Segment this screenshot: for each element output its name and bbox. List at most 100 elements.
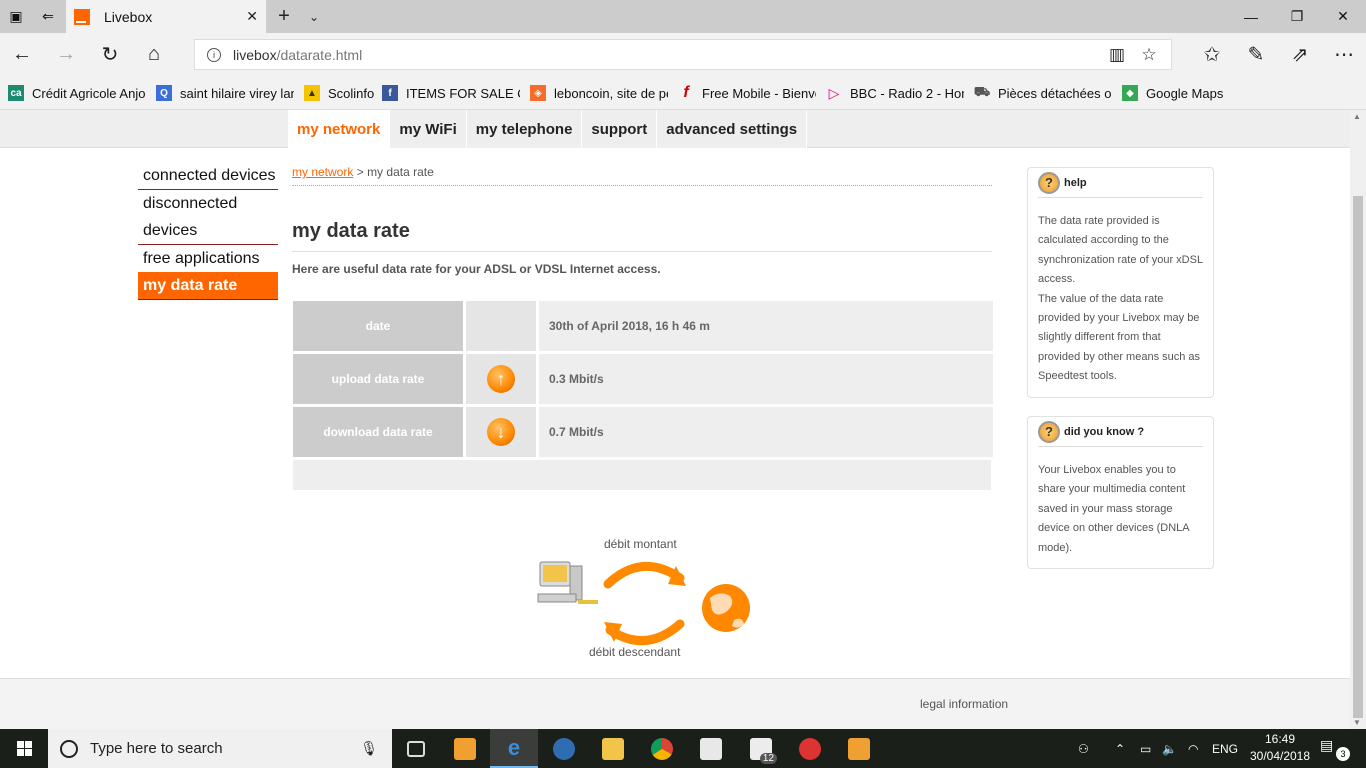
side-item-connected-devices[interactable]: connected devices [138, 162, 278, 190]
help-text: The data rate provided is calculated acc… [1038, 215, 1203, 383]
wifi-icon[interactable]: ◠ [1188, 729, 1198, 768]
did-you-know-text: Your Livebox enables you to share your m… [1038, 464, 1190, 554]
show-hidden-icons-icon[interactable]: ⌃ [1115, 729, 1125, 768]
web-note-icon[interactable]: ✎ [1234, 33, 1278, 76]
page-scrollbar[interactable]: ▲ ▼ [1350, 110, 1366, 729]
topnav-my-wifi[interactable]: my WiFi [390, 110, 467, 148]
battery-icon[interactable]: ▭ [1140, 729, 1151, 768]
favorite-label: ITEMS FOR SALE OR S [406, 85, 520, 101]
reading-view-icon[interactable]: ▥ [1101, 40, 1133, 69]
side-item-disconnected-devices[interactable]: disconnected devices [138, 190, 278, 245]
url-text[interactable]: livebox/datarate.html [233, 47, 362, 63]
help-header: ? help [1038, 168, 1203, 198]
breadcrumb-separator: > [356, 165, 364, 179]
row-icon-empty [466, 301, 536, 351]
address-bar[interactable]: i livebox/datarate.html ▥ ☆ [194, 39, 1172, 70]
did-you-know-title: did you know ? [1064, 425, 1145, 438]
ccleaner-icon[interactable] [786, 729, 834, 768]
thunderbird-icon[interactable] [540, 729, 588, 768]
start-button[interactable] [0, 729, 48, 768]
help-title: help [1064, 176, 1087, 189]
taskbar-search[interactable]: Type here to search 🎙 [48, 729, 392, 768]
download-arrow-icon: ↓ [487, 418, 515, 446]
tab-livebox[interactable]: Livebox ✕ [66, 0, 266, 33]
side-item-free-applications[interactable]: free applications [138, 245, 278, 272]
home-app-icon[interactable] [835, 729, 883, 768]
question-icon: ? [1038, 171, 1060, 194]
side-item-my-data-rate[interactable]: my data rate [138, 272, 278, 300]
close-window-icon[interactable]: ✕ [1320, 0, 1366, 33]
tab-actions-icon[interactable]: ▣ [0, 0, 32, 33]
table-row-download: download data rate ↓ 0.7 Mbit/s [293, 407, 993, 457]
favorite-google-maps[interactable]: ◆ Google Maps [1122, 84, 1232, 102]
topnav-my-telephone[interactable]: my telephone [466, 110, 583, 148]
scooter-icon: ⛟ [974, 84, 991, 99]
favorite-facebook[interactable]: f ITEMS FOR SALE OR S [382, 84, 520, 102]
row-label: download data rate [293, 407, 463, 457]
file-explorer-icon[interactable] [589, 729, 637, 768]
scroll-down-icon[interactable]: ▼ [1353, 718, 1361, 727]
store-icon[interactable] [687, 729, 735, 768]
legal-information-link[interactable]: legal information [920, 697, 1008, 711]
volume-icon[interactable]: 🔈 [1162, 729, 1177, 768]
edge-browser-icon[interactable]: e [490, 729, 538, 768]
favorite-pieces-detachees[interactable]: ⛟ Pièces détachées oriç [974, 84, 1112, 102]
topnav-support[interactable]: support [582, 110, 658, 148]
scroll-up-icon[interactable]: ▲ [1353, 112, 1361, 121]
top-menu: my network my WiFi my telephone support … [288, 110, 808, 148]
browser-tab-bar: ▣ ⇐ Livebox ✕ + ⌄ — ❐ ✕ [0, 0, 1366, 33]
back-icon[interactable]: ← [0, 33, 44, 76]
mail-icon[interactable]: 12 [737, 729, 785, 768]
qwant-icon: Q [156, 85, 172, 101]
new-tab-icon[interactable]: + [270, 0, 298, 33]
topnav-advanced-settings[interactable]: advanced settings [657, 110, 808, 148]
row-label: upload data rate [293, 354, 463, 404]
media-player-icon[interactable] [441, 729, 489, 768]
favorite-qwant[interactable]: Q saint hilaire virey lanc [156, 84, 294, 102]
home-icon[interactable]: ⌂ [132, 33, 176, 76]
computer-icon [537, 561, 598, 604]
favorite-label: Free Mobile - Bienver [702, 85, 816, 101]
minimize-icon[interactable]: — [1228, 0, 1274, 33]
microphone-icon[interactable]: 🎙 [360, 740, 378, 757]
restore-icon[interactable]: ❐ [1274, 0, 1320, 33]
favorite-bbc-radio2[interactable]: ▷ BBC - Radio 2 - Home [826, 84, 964, 102]
task-view-icon[interactable] [392, 729, 440, 768]
language-indicator[interactable]: ENG [1212, 729, 1238, 768]
topnav-my-network[interactable]: my network [288, 110, 391, 148]
upload-arrow-icon: ↑ [487, 365, 515, 393]
data-rate-diagram: débit montant débit descendant [530, 532, 760, 662]
share-icon[interactable]: ⇗ [1278, 33, 1322, 76]
tab-close-icon[interactable]: ✕ [246, 8, 258, 25]
scroll-thumb[interactable] [1353, 196, 1363, 718]
search-placeholder: Type here to search [90, 740, 223, 757]
scolinfo-icon: ▲ [304, 85, 320, 101]
favorite-credit-agricole[interactable]: ca Crédit Agricole Anjou [8, 84, 146, 102]
site-info-icon[interactable]: i [207, 47, 221, 62]
breadcrumb-current: my data rate [367, 165, 434, 179]
more-menu-icon[interactable]: ⋯ [1322, 33, 1366, 76]
did-you-know-header: ? did you know ? [1038, 417, 1203, 447]
set-aside-tabs-icon[interactable]: ⇐ [32, 0, 64, 33]
favorites-hub-icon[interactable]: ✩ [1190, 33, 1234, 76]
favorites-bar: ca Crédit Agricole Anjou Q saint hilaire… [0, 76, 1366, 110]
clock[interactable]: 16:49 30/04/2018 [1248, 731, 1312, 765]
page-footer: legal information [0, 678, 1350, 729]
radio2-icon: ▷ [828, 84, 840, 101]
action-center-icon[interactable]: ▤ 3 [1320, 737, 1350, 761]
favorite-scolinfo[interactable]: ▲ Scolinfo [304, 84, 374, 102]
chrome-icon[interactable] [638, 729, 686, 768]
people-icon[interactable]: ⚇ [1078, 729, 1089, 768]
did-you-know-box: ? did you know ? Your Livebox enables yo… [1027, 416, 1214, 570]
favorite-label: Pièces détachées oriç [998, 85, 1112, 101]
tab-title: Livebox [104, 8, 153, 25]
favorite-leboncoin[interactable]: ◈ leboncoin, site de pet [530, 84, 668, 102]
favorite-star-icon[interactable]: ☆ [1133, 40, 1165, 69]
tab-list-chevron-icon[interactable]: ⌄ [300, 0, 328, 33]
forward-icon[interactable]: → [44, 33, 88, 76]
breadcrumb-link-my-network[interactable]: my network [292, 165, 353, 179]
refresh-icon[interactable]: ↻ [88, 33, 132, 76]
table-row-upload: upload data rate ↑ 0.3 Mbit/s [293, 354, 993, 404]
favorite-label: BBC - Radio 2 - Home [850, 85, 964, 101]
favorite-free-mobile[interactable]: f Free Mobile - Bienver [678, 84, 816, 102]
